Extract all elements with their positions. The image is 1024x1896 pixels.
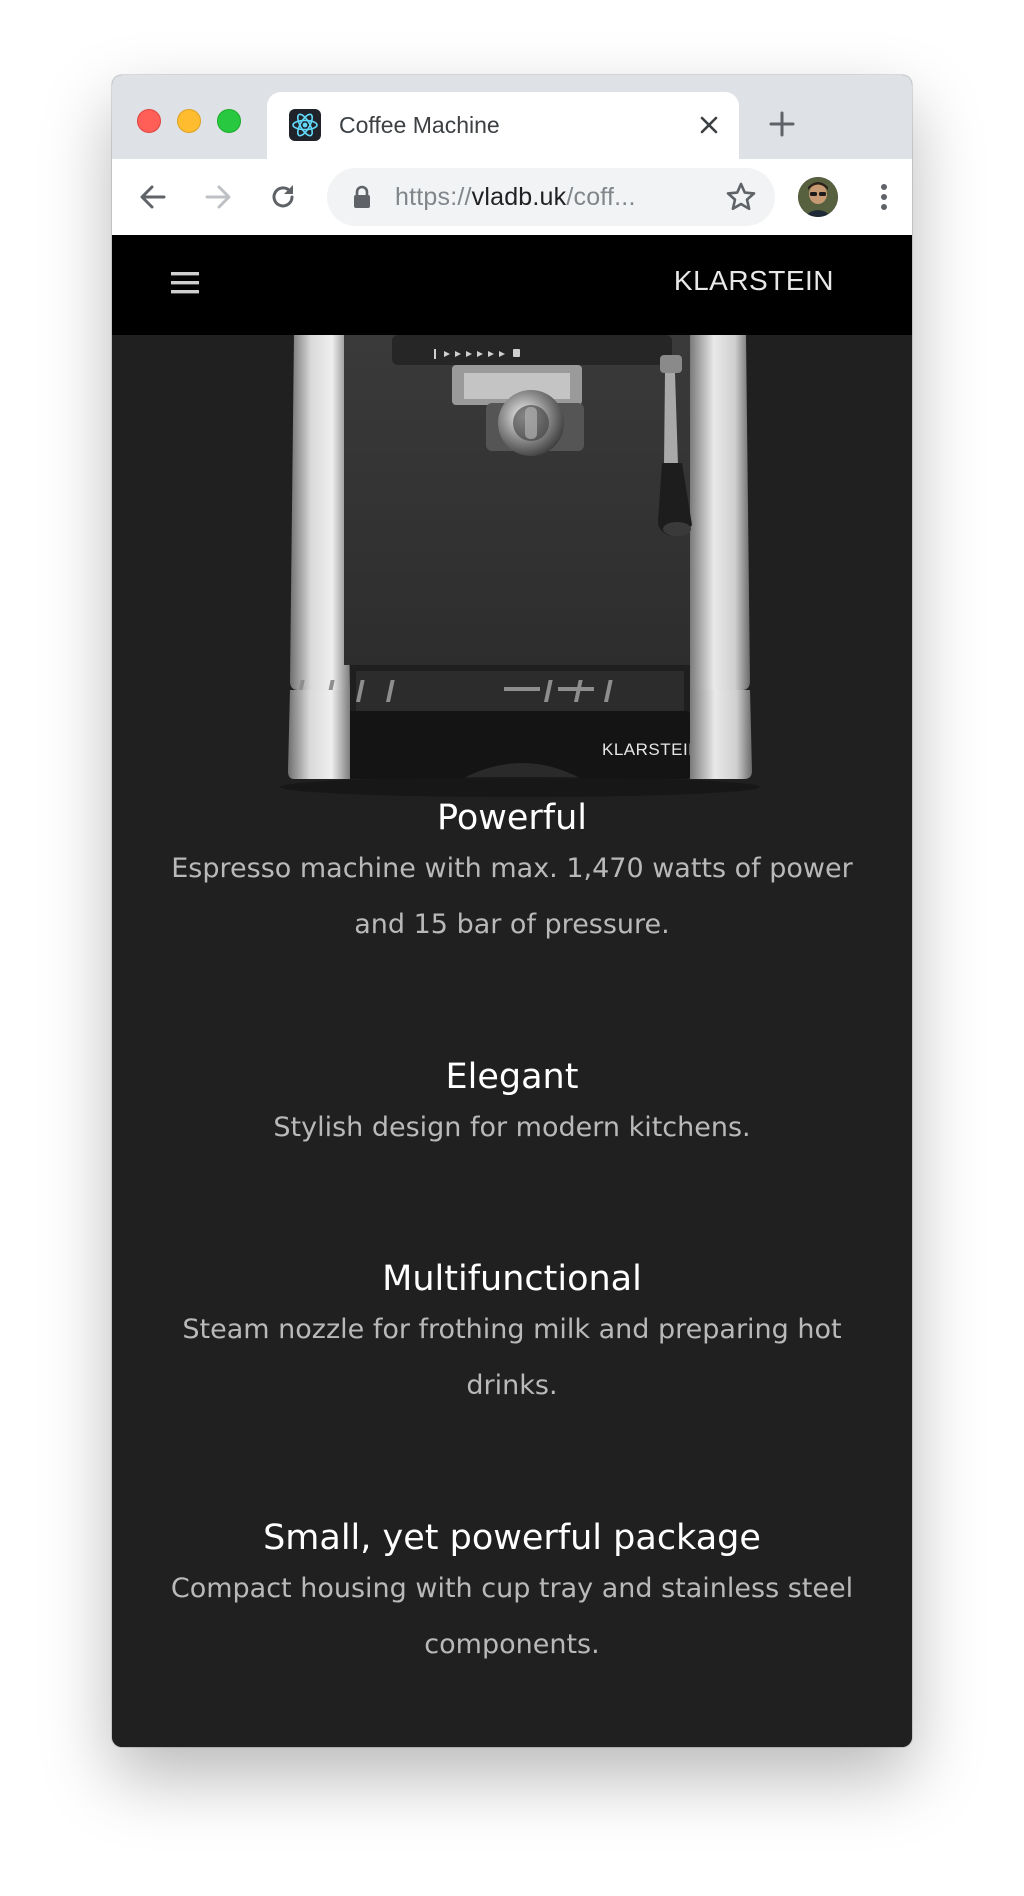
- address-bar[interactable]: https://vladb.uk/coff...: [327, 168, 775, 226]
- site-header: KLARSTEIN: [112, 235, 912, 335]
- close-window-button[interactable]: [137, 109, 161, 133]
- maximize-window-button[interactable]: [217, 109, 241, 133]
- machine-brand-label: KLARSTEIN: [602, 740, 701, 759]
- reload-icon[interactable]: [265, 179, 301, 215]
- url-host: vladb.uk: [471, 183, 567, 211]
- url-text[interactable]: https://vladb.uk/coff...: [395, 183, 636, 212]
- brand-logo[interactable]: KLARSTEIN: [674, 265, 834, 297]
- feature-title: Multifunctional: [382, 1259, 642, 1299]
- url-path: /coff...: [566, 183, 636, 211]
- browser-window: Coffee Machine https://vladb.uk/coff... …: [112, 75, 912, 1747]
- feature-small-package: Small, yet powerful package Compact hous…: [142, 1515, 882, 1673]
- tab-strip: Coffee Machine: [112, 75, 912, 159]
- plus-icon[interactable]: [766, 108, 798, 140]
- feature-powerful: Powerful Espresso machine with max. 1,47…: [142, 795, 882, 953]
- tab-title: Coffee Machine: [339, 112, 500, 138]
- hamburger-icon[interactable]: [170, 268, 200, 298]
- page-content: KLARSTEIN KLARSTEIN Powerful Espresso ma…: [112, 235, 912, 1747]
- url-scheme: https://: [395, 183, 472, 211]
- product-image: KLARSTEIN: [112, 335, 912, 855]
- arrow-right-icon[interactable]: [200, 179, 236, 215]
- feature-description: Espresso machine with max. 1,470 watts o…: [171, 853, 853, 940]
- minimize-window-button[interactable]: [177, 109, 201, 133]
- arrow-left-icon[interactable]: [135, 179, 171, 215]
- feature-description: Compact housing with cup tray and stainl…: [170, 1573, 854, 1660]
- browser-toolbar: https://vladb.uk/coff...: [112, 159, 912, 235]
- feature-title: Elegant: [445, 1057, 579, 1097]
- feature-multifunctional: Multifunctional Steam nozzle for frothin…: [142, 1256, 882, 1414]
- more-vertical-icon[interactable]: [874, 179, 894, 215]
- star-icon[interactable]: [725, 181, 757, 213]
- avatar[interactable]: [798, 177, 838, 217]
- feature-description: Steam nozzle for frothing milk and prepa…: [182, 1314, 842, 1401]
- lock-icon[interactable]: [351, 185, 373, 209]
- feature-elegant: Elegant Stylish design for modern kitche…: [142, 1054, 882, 1156]
- tab-coffee-machine[interactable]: Coffee Machine: [267, 92, 739, 159]
- feature-title: Powerful: [436, 798, 588, 838]
- close-icon[interactable]: [693, 109, 725, 141]
- feature-description: Stylish design for modern kitchens.: [273, 1112, 751, 1143]
- feature-title: Small, yet powerful package: [263, 1518, 761, 1558]
- react-logo-icon: [289, 109, 321, 141]
